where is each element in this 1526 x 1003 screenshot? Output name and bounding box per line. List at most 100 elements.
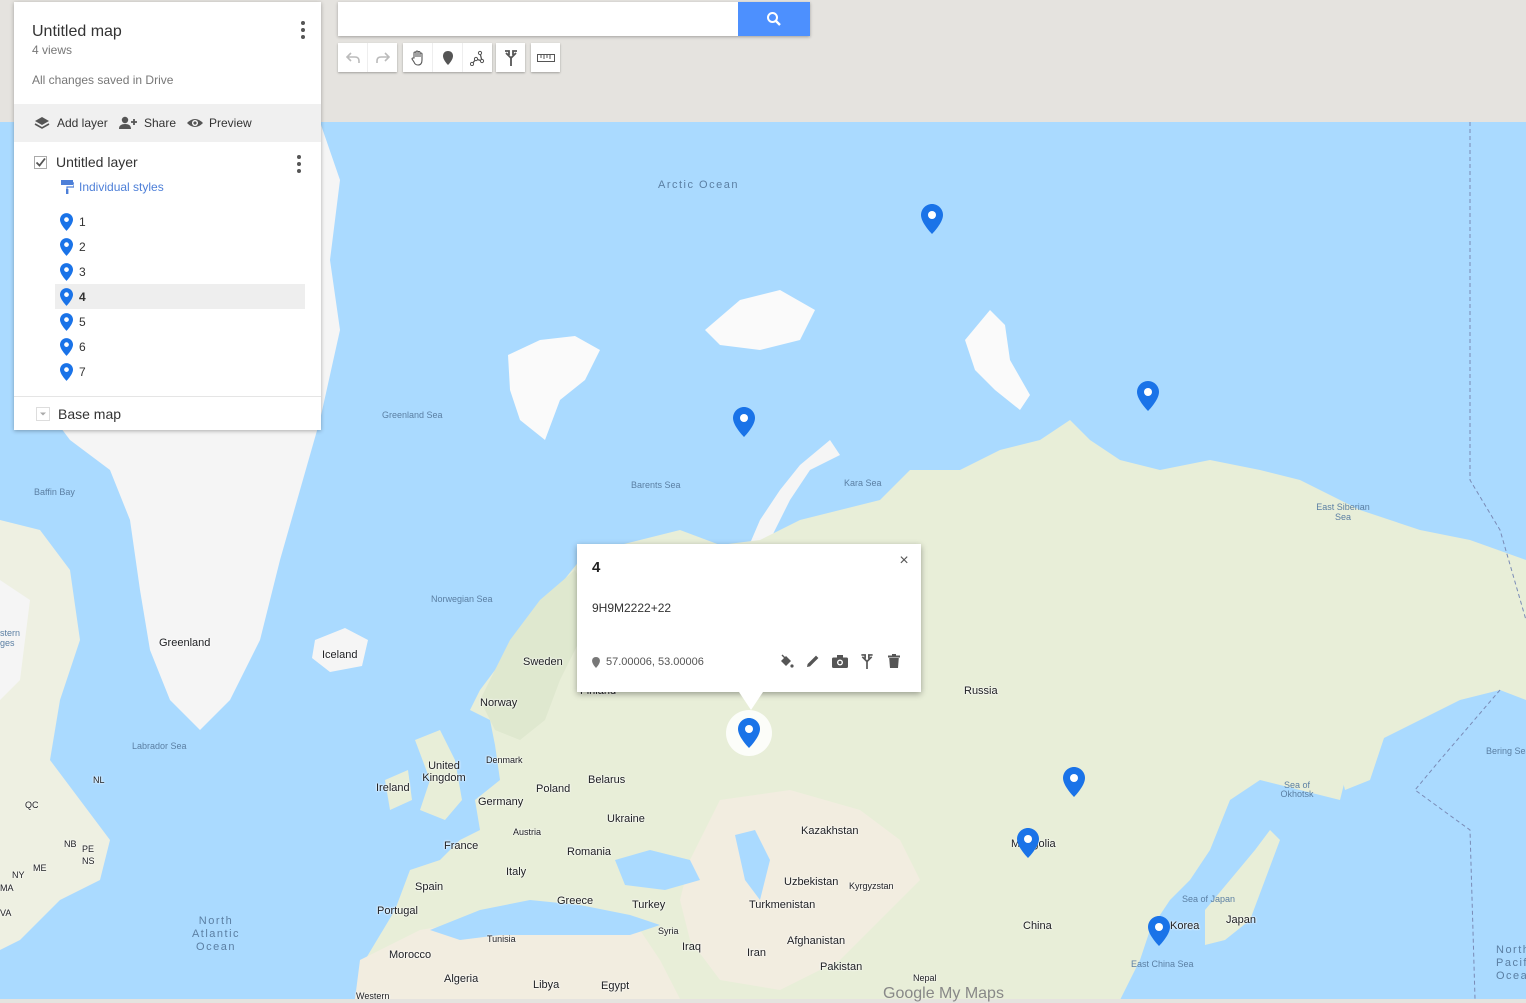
pencil-icon [807,655,819,667]
map-panel: Untitled map 4 views All changes saved i… [14,2,321,430]
list-item[interactable]: 1 [55,209,305,234]
label-stern: stern [0,628,21,638]
paint-roller-icon [61,180,74,194]
label-me: ME [33,863,47,873]
map-marker-3[interactable] [1137,381,1159,411]
add-directions-button[interactable] [496,43,525,72]
select-hand-button[interactable] [403,43,433,72]
label-iran: Iran [747,947,766,959]
drawing-toolbar [403,43,492,72]
delete-button[interactable] [885,652,903,670]
list-item-label: 5 [79,314,86,329]
list-item[interactable]: 5 [55,309,305,334]
label-morocco: Morocco [389,949,432,961]
undo-button[interactable] [338,43,368,72]
list-item-label: 1 [79,214,86,229]
label-ny: NY [12,870,25,880]
label-ges: ges [0,638,15,648]
label-sea-of-okhotsk: Sea of Okhotsk [1280,780,1314,799]
measure-button[interactable] [531,43,560,72]
map-marker-5[interactable] [1063,767,1085,797]
blue-marker-icon [60,287,73,306]
panel-actions: Add layer Share Preview [14,104,321,142]
search-box [338,2,810,36]
preview-button[interactable]: Preview [186,104,252,142]
label-china: China [1023,920,1052,932]
label-nl: NL [93,775,105,785]
list-item[interactable]: 3 [55,259,305,284]
blue-marker-icon [60,262,73,281]
layer-style-label: Individual styles [79,180,164,194]
feature-description: 9H9M2222+22 [592,601,672,615]
label-sea-of-japan: Sea of Japan [1182,894,1236,904]
map-marker-2[interactable] [733,407,755,437]
eye-icon [187,119,203,127]
edit-button[interactable] [804,652,822,670]
label-syria: Syria [658,926,679,936]
add-layer-button[interactable]: Add layer [34,104,108,142]
style-button[interactable] [777,652,795,670]
layer-style-link[interactable]: Individual styles [61,180,164,194]
label-iraq: Iraq [682,941,701,953]
label-ireland: Ireland [376,782,410,794]
label-uzbekistan: Uzbekistan [784,876,839,888]
map-marker-7[interactable] [1148,916,1170,946]
label-poland: Poland [536,783,571,795]
list-item[interactable]: 7 [55,359,305,384]
map-views: 4 views [32,43,73,57]
label-kara-sea: Kara Sea [844,478,882,488]
list-item[interactable]: 6 [55,334,305,359]
redo-button[interactable] [368,43,397,72]
map-marker-4[interactable] [738,718,760,748]
map-marker-6[interactable] [1017,828,1039,858]
search-button[interactable] [738,2,810,36]
base-map-label: Base map [58,406,122,422]
label-norwegian-sea: Norwegian Sea [431,594,493,604]
label-belarus: Belarus [588,774,626,786]
label-france: France [444,840,479,852]
layer-name[interactable]: Untitled layer [56,154,138,170]
preview-label: Preview [209,116,252,130]
layer-options-button[interactable] [293,154,305,174]
undo-icon [345,51,360,63]
ruler-icon [536,53,555,62]
label-barents-sea: Barents Sea [631,480,681,490]
directions-button[interactable] [858,652,876,670]
label-greenland: Greenland [159,637,211,649]
map-marker-1[interactable] [921,204,943,234]
label-north-pacific-ocean: North Pacific Ocean [1496,944,1526,982]
add-person-icon [119,116,137,129]
search-input[interactable] [338,2,744,36]
panel-divider [14,396,321,397]
label-pakistan: Pakistan [820,961,863,973]
close-button[interactable]: × [897,553,911,569]
layer-visibility-checkbox[interactable] [34,155,47,169]
location-pin-icon [592,656,600,668]
draw-line-button[interactable] [463,43,492,72]
history-toolbar [338,43,397,72]
blue-marker-icon [60,312,73,331]
feature-tools [777,652,903,670]
label-labrador-sea: Labrador Sea [132,741,187,751]
blue-marker-icon [60,212,73,231]
label-russia: Russia [964,685,998,697]
list-item-selected[interactable]: 4 [55,284,305,309]
search-icon [767,12,781,26]
list-item[interactable]: 2 [55,234,305,259]
label-kazakhstan: Kazakhstan [801,825,859,837]
map-title[interactable]: Untitled map [32,23,122,41]
layer-items: 1 2 3 4 5 6 7 [55,209,305,384]
save-status: All changes saved in Drive [32,73,174,87]
map-options-button[interactable] [297,20,309,40]
label-libya: Libya [533,979,560,991]
base-map-toggle[interactable]: Base map [36,406,121,422]
blue-marker-icon [60,337,73,356]
layer-header: Untitled layer [34,154,138,170]
add-marker-button[interactable] [433,43,463,72]
camera-icon [832,654,848,668]
list-item-label: 4 [79,289,86,304]
label-ukraine: Ukraine [607,813,645,825]
share-button[interactable]: Share [118,104,176,142]
add-photo-button[interactable] [831,652,849,670]
label-ns: NS [82,856,95,866]
